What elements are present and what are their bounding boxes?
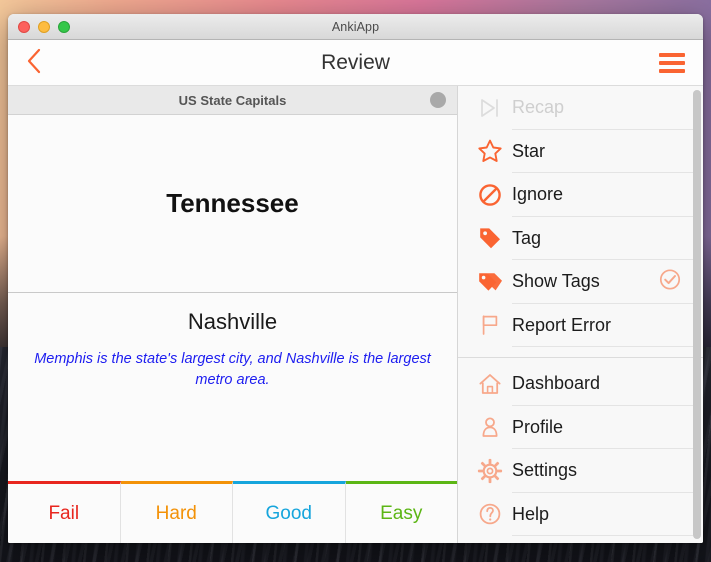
card-answer-text: Nashville	[187, 309, 278, 334]
grade-button-fail[interactable]: Fail	[8, 481, 121, 543]
menu-item-show-tags[interactable]: Show Tags	[458, 260, 703, 304]
person-icon	[468, 414, 512, 440]
window-titlebar: AnkiApp	[8, 14, 703, 40]
menu-item-label: Report Error	[512, 304, 693, 347]
app-body: US State Capitals Tennessee Nashville Me…	[8, 86, 703, 543]
app-header: Review	[8, 40, 703, 86]
check-circle-icon	[657, 266, 683, 297]
menu-scrollbar[interactable]	[693, 90, 701, 539]
ankiapp-window: AnkiApp Review US State Capitals Tenness…	[8, 14, 703, 543]
tag-icon	[468, 225, 512, 251]
skip-to-end-icon	[468, 95, 512, 121]
deck-title: US State Capitals	[178, 92, 287, 108]
question-circle-icon	[468, 501, 512, 527]
grade-button-row: Fail Hard Good Easy	[8, 481, 457, 543]
flag-icon	[468, 312, 512, 338]
menu-item-label: Recap	[512, 86, 693, 130]
menu-item-label: Profile	[512, 406, 693, 449]
page-title: Review	[321, 50, 390, 74]
menu-group-navigation: Dashboard Profile Settings Help	[458, 357, 703, 536]
star-outline-icon	[468, 138, 512, 164]
hamburger-bar-3	[659, 68, 685, 73]
hamburger-bar-2	[659, 60, 685, 65]
hamburger-bar-1	[659, 52, 685, 57]
menu-item-label: Dashboard	[512, 362, 693, 406]
flashcard[interactable]: Tennessee Nashville Memphis is the state…	[8, 115, 457, 481]
no-entry-icon	[468, 182, 512, 208]
menu-item-help[interactable]: Help	[458, 493, 703, 536]
deck-header: US State Capitals	[8, 86, 457, 115]
card-answer-area: Nashville Memphis is the state's largest…	[8, 293, 457, 481]
grade-button-easy[interactable]: Easy	[345, 481, 457, 543]
grade-button-hard[interactable]: Hard	[120, 481, 233, 543]
menu-item-label: Ignore	[512, 173, 693, 217]
card-answer-note: Memphis is the state's largest city, and…	[34, 351, 431, 389]
deck-status-dot[interactable]	[430, 92, 446, 108]
card-pane: US State Capitals Tennessee Nashville Me…	[8, 86, 458, 543]
menu-item-settings[interactable]: Settings	[458, 449, 703, 493]
menu-group-card-actions: Recap Star Ignore Tag Show Tags Report Error	[458, 86, 703, 347]
menu-item-dashboard[interactable]: Dashboard	[458, 362, 703, 406]
gear-icon	[468, 458, 512, 484]
menu-scrollbar-thumb[interactable]	[693, 90, 701, 539]
card-question-text: Tennessee	[166, 188, 299, 218]
menu-item-profile[interactable]: Profile	[458, 406, 703, 449]
menu-item-label: Star	[512, 130, 693, 173]
menu-item-ignore[interactable]: Ignore	[458, 173, 703, 217]
double-tag-icon	[468, 269, 512, 295]
menu-item-recap: Recap	[458, 86, 703, 130]
home-icon	[468, 371, 512, 397]
menu-item-label: Tag	[512, 217, 693, 260]
grade-button-good[interactable]: Good	[233, 481, 346, 543]
desktop-wallpaper: AnkiApp Review US State Capitals Tenness…	[0, 0, 711, 562]
menu-item-label: Settings	[512, 449, 693, 493]
hamburger-menu-icon[interactable]	[659, 52, 685, 73]
menu-item-tag[interactable]: Tag	[458, 217, 703, 260]
menu-item-star[interactable]: Star	[458, 130, 703, 173]
side-menu-panel: Recap Star Ignore Tag Show Tags Report Error …	[458, 86, 703, 543]
card-question-area: Tennessee	[8, 115, 457, 293]
menu-item-label: Help	[512, 493, 693, 536]
menu-item-report-error[interactable]: Report Error	[458, 304, 703, 347]
window-title: AnkiApp	[331, 19, 380, 34]
